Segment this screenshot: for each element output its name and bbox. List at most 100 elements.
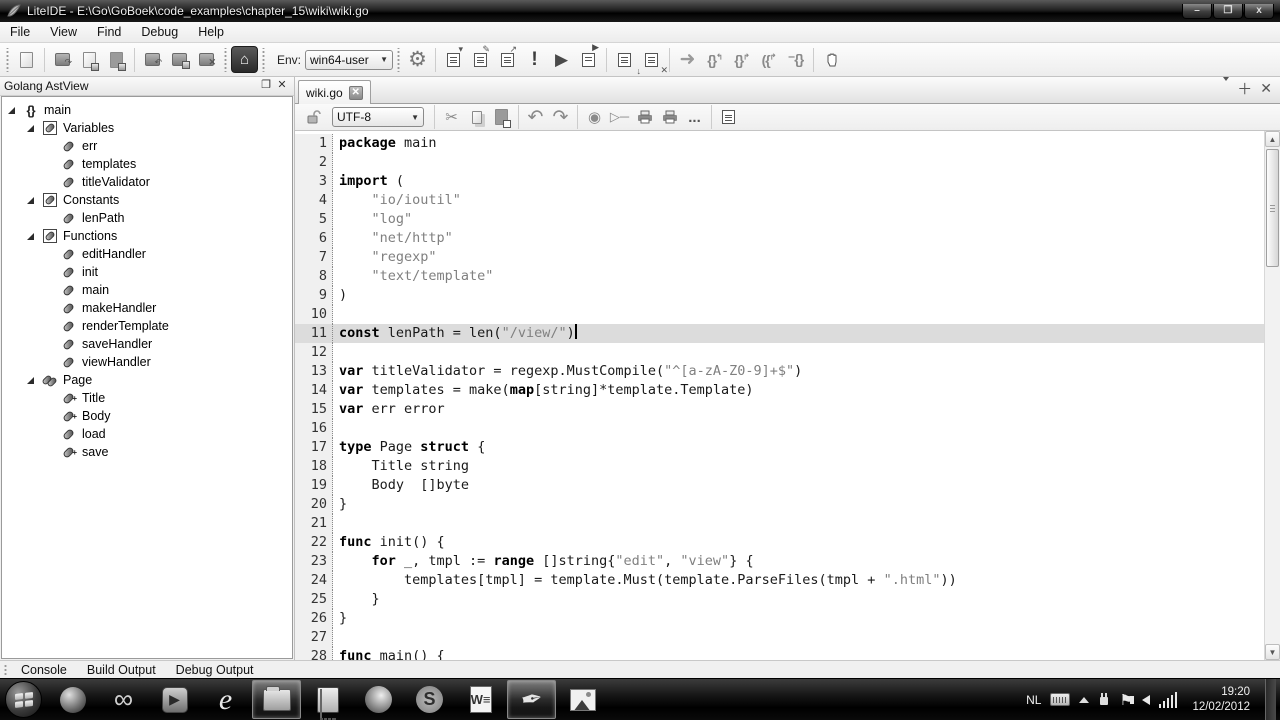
code-line-21[interactable]: 21 — [295, 514, 1264, 533]
code-line-6[interactable]: 6 "net/http" — [295, 229, 1264, 248]
code-line-8[interactable]: 8 "text/template" — [295, 267, 1264, 286]
code-line-20[interactable]: 20} — [295, 495, 1264, 514]
visual-studio-icon[interactable]: ∞ — [99, 680, 148, 719]
code-line-5[interactable]: 5 "log" — [295, 210, 1264, 229]
output-tab-console[interactable]: Console — [11, 663, 77, 677]
tab-close-icon[interactable]: ✕ — [349, 86, 363, 100]
code-line-24[interactable]: 24 templates[tmpl] = template.Must(templ… — [295, 571, 1264, 590]
expander-icon[interactable] — [27, 377, 34, 384]
run-button[interactable]: ▶ — [548, 46, 575, 73]
undo-icon[interactable]: ↶ — [523, 105, 548, 129]
more-options-icon[interactable]: ... — [682, 105, 707, 129]
unfold-block-button[interactable]: {}↱ — [728, 46, 755, 73]
power-plug-icon[interactable] — [1098, 693, 1110, 707]
restore-button[interactable]: ❐ — [1213, 4, 1243, 19]
code-line-22[interactable]: 22func init() { — [295, 533, 1264, 552]
code-line-11[interactable]: 11const lenPath = len("/view/") — [295, 324, 1264, 343]
print-preview-icon[interactable] — [657, 105, 682, 129]
expander-icon[interactable] — [27, 197, 34, 204]
lock-icon[interactable] — [301, 105, 326, 129]
fold-all-button[interactable]: ({↱ — [755, 46, 782, 73]
tree-item-Page[interactable]: Page — [2, 371, 292, 389]
tree-item-err[interactable]: err — [2, 137, 292, 155]
delete-line-button[interactable]: ✕ — [638, 46, 665, 73]
scrollbar-track[interactable] — [1265, 147, 1280, 644]
code-line-26[interactable]: 26} — [295, 609, 1264, 628]
close-button[interactable]: x — [1244, 4, 1274, 19]
editor-vertical-scrollbar[interactable]: ▲ ▼ — [1264, 131, 1280, 660]
copy-icon[interactable] — [464, 105, 489, 129]
tree-item-renderTemplate[interactable]: renderTemplate — [2, 317, 292, 335]
speaker-icon[interactable] — [1142, 695, 1150, 705]
close-project-button[interactable]: ✕ — [193, 46, 220, 73]
firefox-icon[interactable] — [354, 680, 403, 719]
env-select[interactable]: win64-user ▼ — [305, 50, 393, 70]
tree-item-Functions[interactable]: Functions — [2, 227, 292, 245]
code-line-9[interactable]: 9) — [295, 286, 1264, 305]
tab-wiki-go[interactable]: wiki.go ✕ — [298, 80, 371, 104]
menu-item-debug[interactable]: Debug — [131, 22, 188, 42]
new-file-button[interactable] — [13, 46, 40, 73]
tree-item-save[interactable]: +save — [2, 443, 292, 461]
stop-button[interactable]: ! — [521, 46, 548, 73]
playback-macro-icon[interactable]: ▷─ — [607, 105, 632, 129]
fold-block-button[interactable]: {}↰ — [701, 46, 728, 73]
unfold-all-button[interactable]: ⁻{} — [782, 46, 809, 73]
liteide-taskbar-icon[interactable]: ✒ — [507, 680, 556, 719]
expander-icon[interactable] — [27, 233, 34, 240]
code-line-28[interactable]: 28func main() { — [295, 647, 1264, 660]
internet-explorer-icon[interactable]: e — [201, 680, 250, 719]
output-tab-build-output[interactable]: Build Output — [77, 663, 166, 677]
keyboard-icon[interactable] — [1050, 693, 1070, 706]
hidden-icons-arrow[interactable] — [1079, 697, 1089, 703]
close-tab-icon[interactable]: ✕ — [1260, 80, 1272, 97]
scroll-up-icon[interactable]: ▲ — [1265, 131, 1280, 147]
options-gear-button[interactable]: ⚙ — [404, 46, 431, 73]
code-line-19[interactable]: 19 Body []byte — [295, 476, 1264, 495]
code-line-7[interactable]: 7 "regexp" — [295, 248, 1264, 267]
tree-item-titleValidator[interactable]: titleValidator — [2, 173, 292, 191]
open-project-button[interactable]: ↶ — [139, 46, 166, 73]
code-line-1[interactable]: 1package main — [295, 134, 1264, 153]
hand-pan-button[interactable] — [818, 46, 845, 73]
tree-item-Title[interactable]: +Title — [2, 389, 292, 407]
network-signal-icon[interactable] — [1159, 692, 1178, 708]
home-button[interactable]: ⌂ — [231, 46, 258, 73]
encoding-select[interactable]: UTF-8 ▼ — [332, 107, 424, 127]
start-button[interactable] — [5, 681, 42, 718]
code-line-25[interactable]: 25 } — [295, 590, 1264, 609]
tree-item-makeHandler[interactable]: makeHandler — [2, 299, 292, 317]
expander-icon[interactable] — [8, 107, 15, 114]
code-line-13[interactable]: 13var titleValidator = regexp.MustCompil… — [295, 362, 1264, 381]
code-line-3[interactable]: 3import ( — [295, 172, 1264, 191]
code-line-2[interactable]: 2 — [295, 153, 1264, 172]
photo-viewer-icon[interactable] — [558, 680, 607, 719]
file-explorer-icon[interactable] — [252, 680, 301, 719]
file-info-icon[interactable] — [716, 105, 741, 129]
build-button[interactable]: ▾ — [440, 46, 467, 73]
debug-run-button[interactable]: ▶ — [575, 46, 602, 73]
tree-item-load[interactable]: load — [2, 425, 292, 443]
media-player-icon[interactable]: ▶ — [150, 680, 199, 719]
code-line-17[interactable]: 17type Page struct { — [295, 438, 1264, 457]
code-line-27[interactable]: 27 — [295, 628, 1264, 647]
tree-item-saveHandler[interactable]: saveHandler — [2, 335, 292, 353]
close-panel-icon[interactable]: ✕ — [274, 79, 290, 93]
tab-list-icon[interactable] — [1223, 81, 1229, 96]
print-icon[interactable] — [632, 105, 657, 129]
network-globe-icon[interactable] — [48, 680, 97, 719]
tree-item-lenPath[interactable]: lenPath — [2, 209, 292, 227]
float-panel-icon[interactable]: ❐ — [258, 79, 274, 93]
build-config-button[interactable]: ↗ — [494, 46, 521, 73]
language-indicator[interactable]: NL — [1026, 693, 1041, 707]
redo-icon[interactable]: ↷ — [548, 105, 573, 129]
tree-item-viewHandler[interactable]: viewHandler — [2, 353, 292, 371]
tree-item-Variables[interactable]: Variables — [2, 119, 292, 137]
scroll-down-icon[interactable]: ▼ — [1265, 644, 1280, 660]
menu-item-help[interactable]: Help — [188, 22, 234, 42]
cut-icon[interactable]: ✂ — [439, 105, 464, 129]
paste-icon[interactable] — [489, 105, 514, 129]
save-file-button[interactable] — [76, 46, 103, 73]
open-folder-button[interactable]: ↷ — [49, 46, 76, 73]
build-edit-button[interactable]: ✎ — [467, 46, 494, 73]
